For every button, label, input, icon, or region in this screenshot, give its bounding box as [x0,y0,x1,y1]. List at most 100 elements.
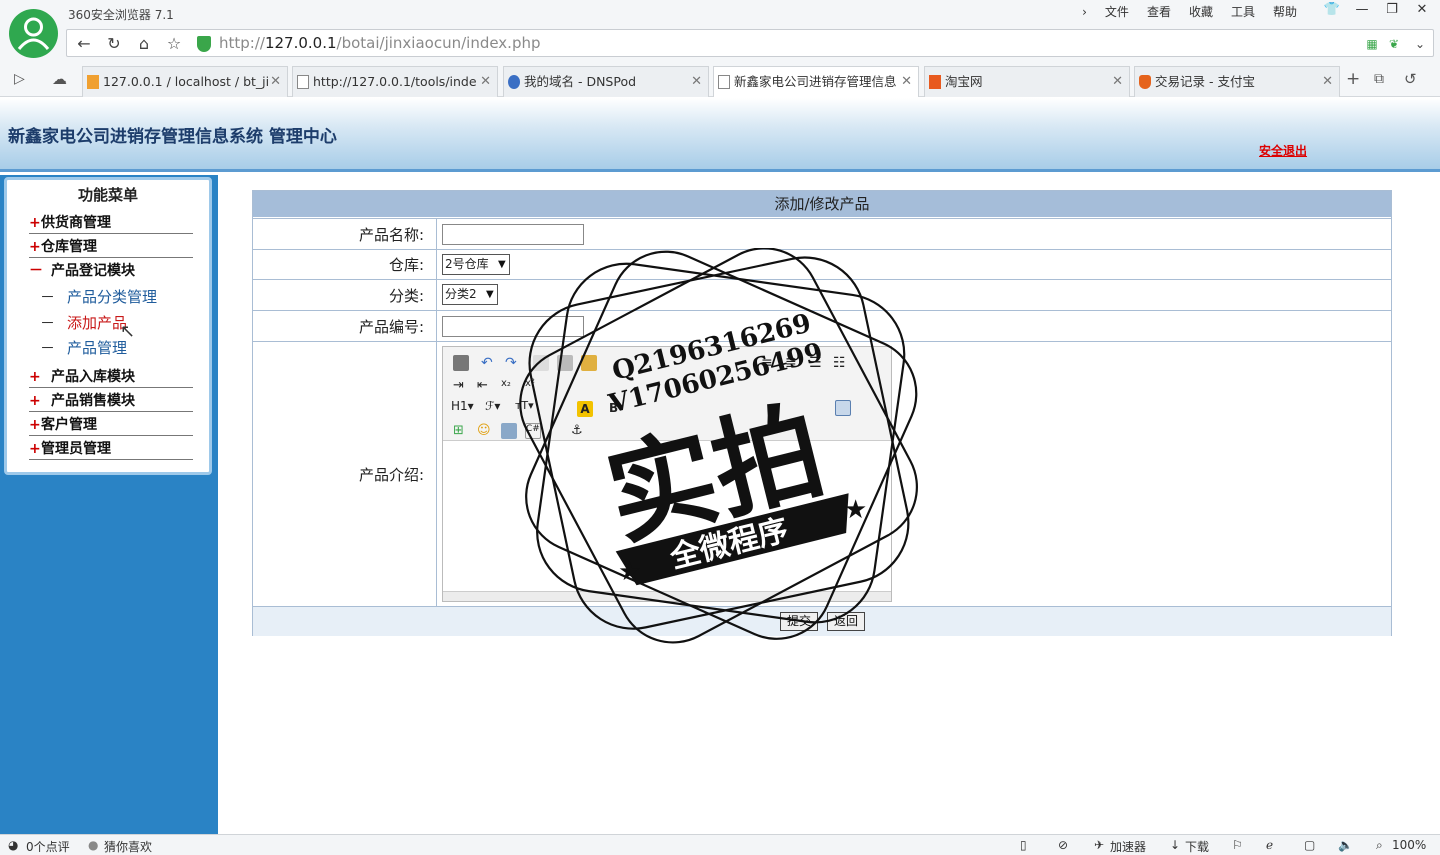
tab-close-icon[interactable]: ✕ [480,67,491,97]
sidebar-toggle-icon[interactable]: ▷ [14,71,25,87]
sidebar-item-suppliers[interactable]: +供货商管理 [29,213,193,234]
url-text[interactable]: http://127.0.0.1/botai/jinxiaocun/index.… [219,34,541,52]
logout-link[interactable]: 安全退出 [1259,142,1307,159]
highlight-color-icon[interactable]: A [577,401,593,417]
rich-text-editor[interactable]: ↶ ↷ ≡ ≣ ☰ ☷ ⇥ ⇤ x₂ x² H1▾ ℱ▾ тT▾ A B ⊞ ☺… [442,346,892,602]
download-label[interactable]: 下载 [1185,838,1209,855]
leaf-icon[interactable]: ❦ [1383,34,1405,54]
product-code-input[interactable] [442,316,584,337]
redo-icon[interactable]: ↷ [505,355,521,371]
back-button[interactable]: 返回 [827,612,866,631]
accelerator-icon[interactable]: ✈ [1094,838,1104,852]
ie-icon[interactable]: ℯ [1266,838,1273,852]
code-icon[interactable]: C# [525,423,541,439]
indent-icon[interactable]: ⇥ [453,378,469,394]
superscript-icon[interactable]: x² [525,378,541,394]
template-icon[interactable] [581,355,597,371]
cloud-icon[interactable]: ☁ [52,70,67,88]
star-icon[interactable]: ☆ [163,34,185,54]
sidebar-item-admins[interactable]: +管理员管理 [29,439,193,460]
zoom-icon[interactable]: ⌕ [1376,838,1383,853]
submit-button[interactable]: 提交 [780,612,819,631]
menu-file[interactable]: 文件 [1096,4,1138,20]
sidebar-sub-product-manage[interactable]: － 产品管理 [40,338,127,358]
source-icon[interactable] [453,355,469,371]
mobile-icon[interactable]: ▯ [1020,838,1027,852]
accelerator-label[interactable]: 加速器 [1110,838,1146,855]
undo-icon[interactable]: ↶ [481,355,497,371]
tab-close-icon[interactable]: ✕ [901,67,912,97]
anchor-icon[interactable]: ⚓ [571,423,587,439]
category-select[interactable]: 分类2 [442,284,498,305]
print-icon[interactable] [557,355,573,371]
sidebar-sub-add-product[interactable]: － 添加产品 [40,313,127,333]
network-icon[interactable]: ⊘ [1058,838,1068,852]
chevron-down-icon[interactable]: ⌄ [1409,34,1431,54]
insert-row-icon[interactable]: ⊞ [453,423,469,439]
zoom-level[interactable]: 100% [1392,838,1426,852]
new-tab-plus-icon[interactable]: + [1346,69,1360,89]
image-icon[interactable] [501,423,517,439]
menu-view[interactable]: 查看 [1138,4,1180,20]
qr-code-icon[interactable]: ▦ [1361,34,1383,54]
menu-tools[interactable]: 工具 [1222,4,1264,20]
preview-icon[interactable] [533,355,549,371]
home-icon[interactable]: ⌂ [133,34,155,54]
comments-count[interactable]: 0个点评 [26,838,70,855]
warehouse-select[interactable]: 2号仓库 [442,254,510,275]
minimize-button[interactable]: — [1352,2,1372,17]
font-size-icon[interactable]: тT▾ [515,399,539,415]
bold-icon[interactable]: B [609,401,625,417]
unordered-list-icon[interactable]: ☷ [833,355,849,371]
table-icon[interactable] [835,400,851,416]
skin-icon[interactable]: 👕 [1322,2,1342,17]
guess-you-like[interactable]: 猜你喜欢 [104,838,152,855]
editor-resize-handle[interactable] [443,591,891,601]
product-name-input[interactable] [442,224,584,245]
sidebar-item-stock-in[interactable]: + 产品入库模块 [29,367,193,388]
menu-chevron-icon[interactable]: › [1073,4,1096,20]
menu-help[interactable]: 帮助 [1264,4,1306,20]
tab-tools[interactable]: http://127.0.0.1/tools/inde ✕ [292,66,498,97]
ordered-list-icon[interactable]: ☰ [809,355,825,371]
volume-icon[interactable]: 🔈 [1338,838,1353,852]
tab-strip: ▷ ☁ 127.0.0.1 / localhost / bt_ji ✕ http… [0,66,1440,97]
subscript-icon[interactable]: x₂ [501,378,517,394]
flag-icon[interactable]: ⚐ [1232,838,1243,852]
sidebar-item-customers[interactable]: +客户管理 [29,415,193,436]
tab-alipay[interactable]: 交易记录 - 支付宝 ✕ [1134,66,1340,97]
undo-close-tab-icon[interactable]: ↺ [1404,70,1417,88]
sidebar-item-warehouse[interactable]: +仓库管理 [29,237,193,258]
menu-title: 功能菜单 [77,186,138,204]
emoticon-icon[interactable]: ☺ [477,423,493,439]
maximize-button[interactable]: ❐ [1382,2,1402,17]
tab-list-icon[interactable]: ⧉ [1374,71,1384,87]
tab-close-icon[interactable]: ✕ [691,67,702,97]
tab-label: 交易记录 - 支付宝 [1155,74,1255,89]
tab-xinxin-active[interactable]: 新鑫家电公司进销存管理信息 ✕ [713,66,919,97]
tab-close-icon[interactable]: ✕ [1112,67,1123,97]
sidebar-item-product-register[interactable]: － 产品登记模块 [29,261,193,282]
tab-taobao[interactable]: 淘宝网 ✕ [924,66,1130,97]
sidebar-sub-category[interactable]: － 产品分类管理 [40,287,157,307]
tab-close-icon[interactable]: ✕ [1322,67,1333,97]
download-icon[interactable]: ↓ [1170,838,1180,852]
back-arrow-icon[interactable]: ← [73,34,95,54]
window-icon[interactable]: ▢ [1304,838,1315,852]
user-avatar-icon[interactable] [9,9,58,58]
align-full-icon[interactable]: ≣ [785,355,801,371]
font-family-icon[interactable]: ℱ▾ [485,399,509,415]
tab-phpmyadmin[interactable]: 127.0.0.1 / localhost / bt_ji ✕ [82,66,288,97]
product-form: 添加/修改产品 产品名称: 仓库: 2号仓库 分类: 分类2 产品编号: 产品介… [252,190,1392,636]
comment-icon[interactable]: ◕ [8,838,18,852]
tab-close-icon[interactable]: ✕ [270,67,281,97]
close-button[interactable]: ✕ [1412,2,1432,17]
align-justify-icon[interactable]: ≡ [761,355,777,371]
tab-dnspod[interactable]: 我的域名 - DNSPod ✕ [503,66,709,97]
menu-favorites[interactable]: 收藏 [1180,4,1222,20]
address-bar[interactable]: ← ↻ ⌂ ☆ http://127.0.0.1/botai/jinxiaocu… [66,29,1434,57]
heading-icon[interactable]: H1▾ [451,399,477,415]
sidebar-item-sales[interactable]: + 产品销售模块 [29,391,193,412]
outdent-icon[interactable]: ⇤ [477,378,493,394]
refresh-icon[interactable]: ↻ [103,34,125,54]
